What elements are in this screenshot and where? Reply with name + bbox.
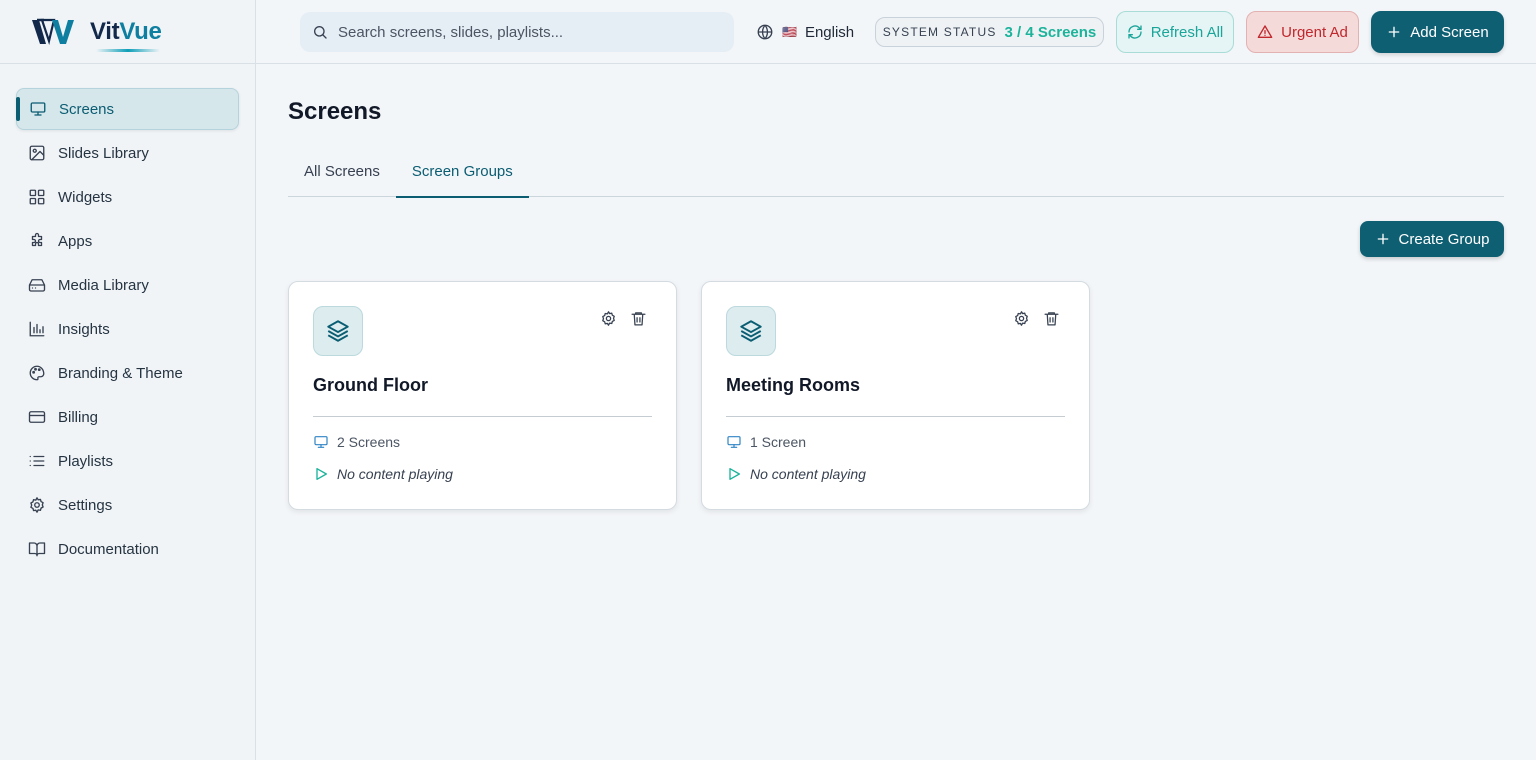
brand-name: VitVue — [90, 18, 162, 52]
gear-icon — [30, 497, 44, 513]
content-status: No content playing — [313, 466, 453, 482]
create-group-label: Create Group — [1398, 230, 1490, 248]
add-screen-label: Add Screen — [1410, 23, 1489, 41]
monitor-icon — [727, 436, 741, 448]
page-title: Screens — [288, 98, 382, 125]
system-status-badge: SYSTEM STATUS 3 / 4 Screens — [875, 17, 1104, 47]
trash-icon[interactable] — [630, 310, 648, 328]
search-box[interactable] — [300, 12, 734, 52]
sidebar-item-screens[interactable]: Screens — [16, 88, 239, 130]
puzzle-icon — [31, 232, 43, 247]
system-status-value: 3 / 4 Screens — [1004, 23, 1097, 41]
book-icon — [28, 542, 46, 557]
sidebar-nav: Screens Slides Library Widgets Apps Medi… — [0, 64, 255, 570]
sidebar-item-label: Widgets — [58, 188, 113, 206]
sidebar-item-label: Playlists — [58, 452, 114, 470]
sidebar-item-insights[interactable]: Insights — [16, 308, 239, 350]
system-status-label: SYSTEM STATUS — [882, 25, 997, 39]
sidebar-item-label: Billing — [58, 408, 99, 426]
trash-icon[interactable] — [1043, 310, 1061, 328]
list-icon — [29, 455, 45, 467]
refresh-all-button[interactable]: Refresh All — [1116, 11, 1234, 53]
tabs: All Screens Screen Groups — [288, 150, 1504, 198]
card-actions — [600, 310, 648, 328]
sidebar-item-slides-library[interactable]: Slides Library — [16, 132, 239, 174]
content-status: No content playing — [726, 466, 866, 482]
play-icon — [729, 468, 740, 480]
urgent-ad-button[interactable]: Urgent Ad — [1246, 11, 1359, 53]
image-icon — [29, 145, 45, 161]
gear-icon[interactable] — [600, 310, 618, 328]
vitvue-logo-mark — [32, 18, 74, 45]
monitor-icon — [30, 102, 46, 116]
add-screen-button[interactable]: Add Screen — [1371, 11, 1504, 53]
main-content: Screens All Screens Screen Groups Create… — [256, 64, 1536, 760]
sidebar-item-label: Slides Library — [58, 144, 149, 162]
globe-icon — [757, 24, 773, 40]
monitor-icon — [314, 436, 328, 448]
sidebar-item-widgets[interactable]: Widgets — [16, 176, 239, 218]
palette-icon — [29, 365, 45, 381]
sidebar-item-branding-theme[interactable]: Branding & Theme — [16, 352, 239, 394]
language-selector[interactable]: 🇺🇸 English — [756, 20, 854, 44]
sidebar-item-playlists[interactable]: Playlists — [16, 440, 239, 482]
sidebar-item-label: Branding & Theme — [58, 364, 183, 382]
card-actions — [1013, 310, 1061, 328]
sidebar-item-documentation[interactable]: Documentation — [16, 528, 239, 570]
plus-icon — [1388, 26, 1400, 38]
search-icon — [314, 26, 327, 39]
hard-drive-icon — [28, 279, 46, 292]
sidebar-item-label: Settings — [58, 496, 113, 514]
sidebar-item-settings[interactable]: Settings — [16, 484, 239, 526]
plus-icon — [1377, 233, 1388, 245]
card-divider — [726, 416, 1065, 417]
create-group-button[interactable]: Create Group — [1360, 221, 1504, 257]
sidebar-item-label: Screens — [59, 100, 115, 118]
tab-all-screens[interactable]: All Screens — [288, 150, 396, 197]
sidebar: VitVue Screens Slides Library Widgets Ap… — [0, 0, 256, 760]
group-name: Meeting Rooms — [726, 375, 861, 395]
sidebar-item-apps[interactable]: Apps — [16, 220, 239, 262]
topbar: 🇺🇸 English SYSTEM STATUS 3 / 4 Screens R… — [256, 0, 1536, 64]
sidebar-item-label: Insights — [58, 320, 110, 338]
bar-chart-icon — [29, 321, 45, 337]
sidebar-item-label: Documentation — [58, 540, 159, 558]
layers-icon — [726, 306, 776, 356]
gear-icon[interactable] — [1013, 310, 1031, 328]
group-card[interactable]: Ground Floor 2 Screens No content playin… — [288, 281, 677, 510]
credit-card-icon — [28, 411, 46, 423]
screen-count: 1 Screen — [726, 434, 806, 450]
alert-triangle-icon — [1257, 25, 1273, 38]
sidebar-item-label: Media Library — [58, 276, 149, 294]
refresh-icon — [1128, 25, 1142, 39]
urgent-ad-label: Urgent Ad — [1281, 23, 1348, 41]
logo[interactable]: VitVue — [0, 0, 255, 64]
group-card[interactable]: Meeting Rooms 1 Screen No content playin… — [701, 281, 1090, 510]
refresh-all-label: Refresh All — [1150, 23, 1224, 41]
language-label: English — [804, 23, 855, 41]
tab-screen-groups[interactable]: Screen Groups — [395, 150, 529, 198]
group-name: Ground Floor — [313, 375, 428, 395]
sidebar-item-media-library[interactable]: Media Library — [16, 264, 239, 306]
card-divider — [313, 416, 652, 417]
search-input[interactable] — [338, 23, 698, 41]
grid-icon — [29, 189, 45, 205]
us-flag-icon: 🇺🇸 — [782, 25, 797, 39]
sidebar-item-label: Apps — [58, 232, 93, 250]
layers-icon — [313, 306, 363, 356]
play-icon — [316, 468, 327, 480]
sidebar-item-billing[interactable]: Billing — [16, 396, 239, 438]
screen-count: 2 Screens — [313, 434, 400, 450]
